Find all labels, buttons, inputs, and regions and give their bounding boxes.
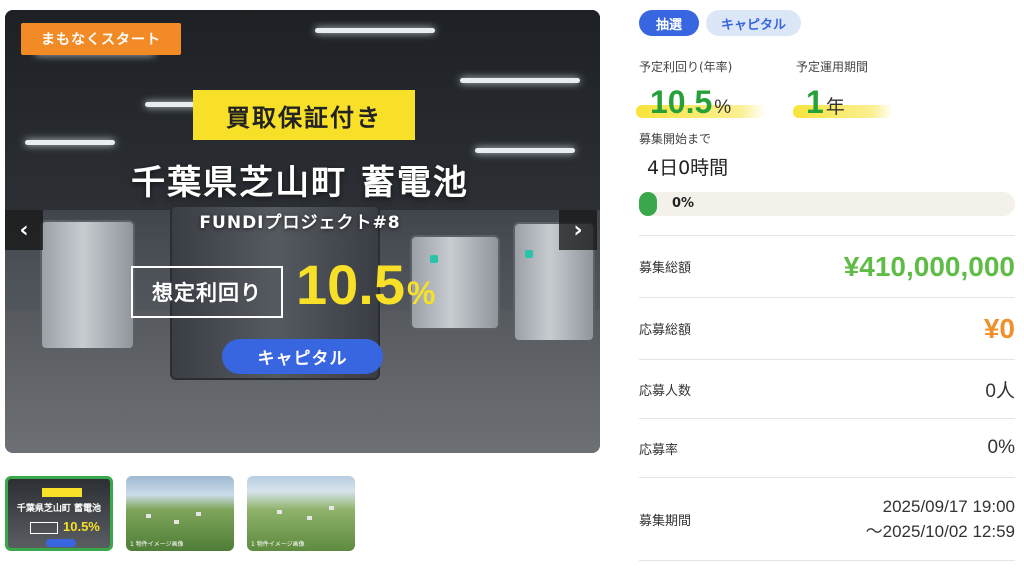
carousel-prev-button[interactable]: ‹ [5,210,43,250]
applicants-value: 0人 [985,380,1015,402]
chevron-left-icon: ‹ [19,217,29,243]
thumbnail-yield-box [30,522,58,534]
thumbnail-title: 千葉県芝山町 蓄電池 [16,504,102,514]
battery-cabinet [40,220,135,350]
period-end: ～2025/10/02 12:59 [865,522,1015,541]
planned-yield-value: 10.5% [650,84,731,121]
period-start: 2025/09/17 19:00 [882,497,1015,516]
applied-amount-row: 応募総額 ¥0 [639,297,1015,359]
funding-progress-bar: 0% [639,192,1015,216]
planned-period-value: 1年 [806,84,845,121]
house-shape [277,510,282,514]
expected-yield-value: 10.5% [296,252,435,317]
capital-tag: キャピタル [706,10,801,36]
lottery-tag: 抽選 [639,10,699,36]
project-title: 千葉県芝山町 蓄電池 [131,163,469,203]
category-pill: キャピタル [222,339,383,374]
status-led [525,250,533,258]
ceiling-light [460,78,580,83]
recruitment-period-row: 募集期間 2025/09/17 19:00 ～2025/10/02 12:59 [639,477,1015,561]
row-label: 応募総額 [639,323,692,338]
applied-amount-value: ¥0 [983,312,1015,344]
planned-period-number: 1 [806,84,824,120]
house-shape [146,514,151,518]
planned-yield-number: 10.5 [650,84,713,120]
carousel-next-button[interactable]: › [559,210,597,250]
expected-yield-label: 想定利回り [131,266,283,318]
planned-period-label: 予定運用期間 [796,60,869,74]
chevron-right-icon: › [573,217,583,243]
planned-yield-unit: % [714,97,732,118]
house-shape [329,506,334,510]
recruitment-period-value: 2025/09/17 19:00 ～2025/10/02 12:59 [866,494,1015,544]
yield-number: 10.5 [296,253,405,316]
thumbnail-caption: 1 物件イメージ画像 [251,541,305,548]
countdown-value: 4日0時間 [647,157,729,179]
thumbnail-1[interactable]: 千葉県芝山町 蓄電池 10.5% [5,476,113,551]
house-shape [196,512,201,516]
row-label: 募集総額 [639,261,692,276]
house-shape [174,520,179,524]
ceiling-light [475,148,575,153]
project-subtitle: FUNDIプロジェクト#8 [199,213,401,233]
target-amount-row: 募集総額 ¥410,000,000 [639,235,1015,297]
progress-fill [639,192,657,216]
row-label: 応募人数 [639,383,692,399]
planned-period-unit: 年 [825,97,845,118]
thumbnail-2[interactable]: 1 物件イメージ画像 [126,476,234,551]
ceiling-light [315,28,435,33]
thumbnail-3[interactable]: 1 物件イメージ画像 [247,476,355,551]
application-rate-row: 応募率 0% [639,418,1015,477]
target-amount-value: ¥410,000,000 [843,250,1015,282]
thumbnail-yield: 10.5% [63,519,100,534]
application-rate-value: 0% [987,437,1015,458]
thumbnail-caption: 1 物件イメージ画像 [130,541,184,548]
house-shape [307,516,312,520]
row-label: 応募率 [639,442,679,458]
countdown-label: 募集開始まで [639,132,712,146]
coming-soon-badge: まもなくスタート [21,23,181,55]
thumbnail-pill [46,539,76,547]
planned-yield-label: 予定利回り(年率) [639,60,733,74]
ceiling-light [25,140,115,145]
yield-unit: % [407,275,436,311]
progress-percent: 0% [672,196,695,211]
applicants-row: 応募人数 0人 [639,359,1015,418]
row-label: 募集期間 [639,513,692,529]
thumbnail-guarantee [42,488,82,497]
buyback-guarantee-label: 買取保証付き [193,90,415,140]
